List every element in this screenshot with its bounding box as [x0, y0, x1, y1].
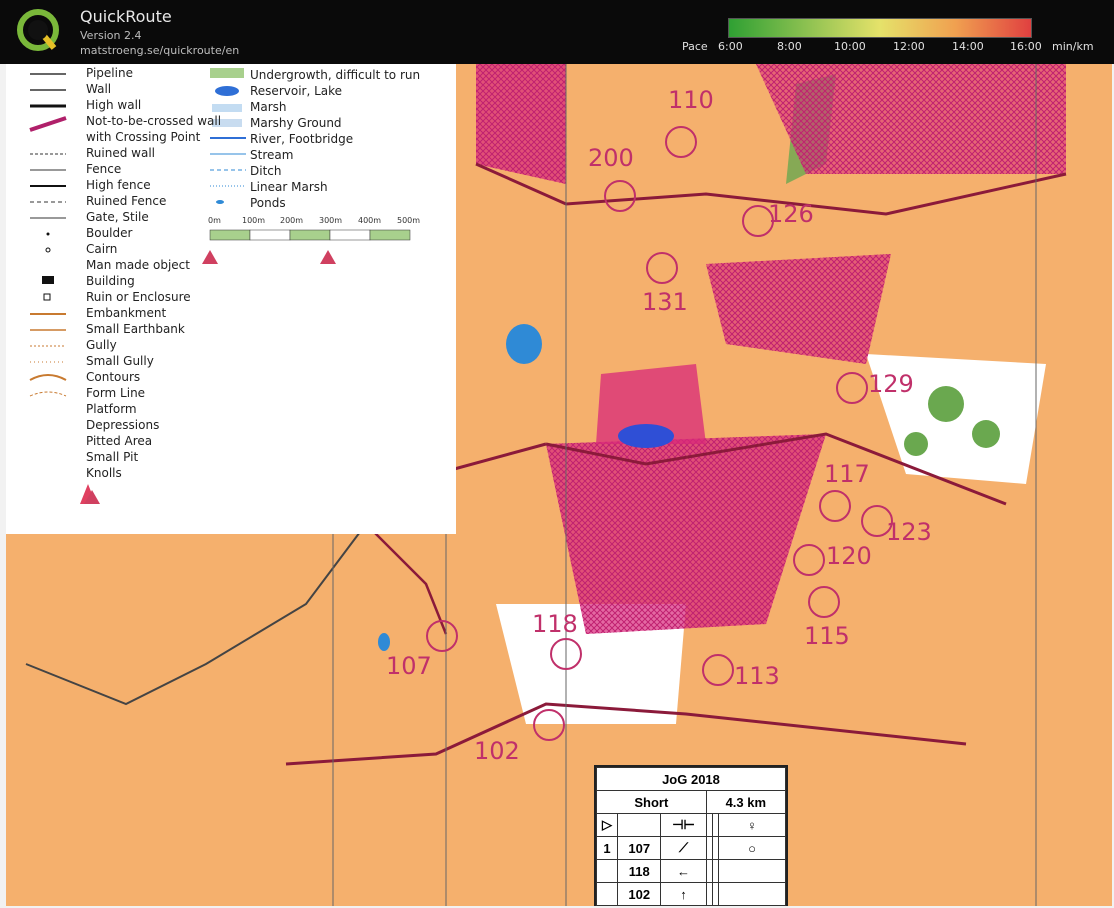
scale-tick: 200m	[280, 216, 304, 225]
control-number: 129	[868, 370, 914, 398]
legend-item: Platform	[86, 402, 137, 416]
control-circle[interactable]	[550, 638, 582, 670]
legend-item: Fence	[86, 162, 122, 176]
legend-item: Form Line	[86, 386, 146, 400]
card-distance: 4.3 km	[705, 790, 787, 814]
legend-item: Cairn	[86, 242, 118, 256]
control-circle[interactable]	[702, 654, 734, 686]
legend-item: Undergrowth, difficult to run	[250, 68, 421, 82]
card-row-code: 107	[617, 836, 662, 860]
legend-item: Knolls	[86, 466, 122, 480]
legend-item: Ditch	[250, 164, 282, 178]
control-circle[interactable]	[836, 372, 868, 404]
legend-item: Pipeline	[86, 66, 133, 80]
legend-item: Marsh	[250, 100, 287, 114]
circle-icon: ○	[718, 836, 786, 860]
legend-item: River, Footbridge	[250, 132, 354, 146]
control-number: 123	[886, 518, 932, 546]
crossing-point-icon: ⊣⊢	[660, 813, 707, 837]
control-circle[interactable]	[793, 544, 825, 576]
legend-item: Building	[86, 274, 135, 288]
control-number: 102	[474, 737, 520, 765]
card-row-symbol: ⟋	[660, 836, 707, 860]
legend-item: Small Gully	[86, 354, 154, 368]
control-number: 120	[826, 542, 872, 570]
control-number: 131	[642, 288, 688, 316]
card-course: Short	[596, 790, 707, 814]
card-row-num	[595, 859, 619, 883]
control-circle[interactable]	[808, 586, 840, 618]
legend-item: Ponds	[250, 196, 286, 210]
pace-tick: 14:00	[952, 40, 984, 53]
card-event: JoG 2018	[596, 767, 786, 791]
orienteering-map[interactable]: Pipeline Wall High wall Not-to-be-crosse…	[6, 64, 1112, 906]
legend-item: with Crossing Point	[86, 130, 201, 144]
control-circle[interactable]	[665, 126, 697, 158]
legend-item: Ruin or Enclosure	[86, 290, 191, 304]
legend-symbols	[29, 68, 411, 504]
map-legend: Pipeline Wall High wall Not-to-be-crosse…	[6, 64, 456, 534]
app-version: Version 2.4	[80, 29, 142, 42]
legend-item: Contours	[86, 370, 141, 384]
card-row-code: 118	[617, 859, 662, 883]
app-header: QuickRoute Version 2.4 matstroeng.se/qui…	[0, 0, 1114, 64]
pace-tick: 12:00	[893, 40, 925, 53]
app-title: QuickRoute	[80, 7, 172, 26]
control-number: 126	[768, 200, 814, 228]
legend-item: Reservoir, Lake	[250, 84, 343, 98]
control-number: 113	[734, 662, 780, 690]
legend-item: Small Earthbank	[86, 322, 185, 336]
pace-label: Pace	[682, 40, 708, 53]
control-number: 200	[588, 144, 634, 172]
scale-tick: 400m	[358, 216, 382, 225]
legend-item: Wall	[86, 82, 112, 96]
legend-item: High fence	[86, 178, 151, 192]
scale-tick: 0m	[208, 216, 221, 225]
scale-tick: 300m	[319, 216, 343, 225]
start-triangle-icon: ▷	[595, 813, 619, 837]
legend-item: Gully	[86, 338, 117, 352]
legend-item: Marshy Ground	[250, 116, 342, 130]
pace-gradient-bar	[728, 18, 1032, 38]
legend-item: Embankment	[86, 306, 167, 320]
control-circle[interactable]	[533, 709, 565, 741]
pace-tick: 16:00	[1010, 40, 1042, 53]
legend-item: Boulder	[86, 226, 133, 240]
control-number: 110	[668, 86, 714, 114]
legend-item: Not-to-be-crossed wall	[86, 114, 222, 128]
control-number: 115	[804, 622, 850, 650]
card-row-code: 102	[617, 882, 662, 906]
control-circle[interactable]	[604, 180, 636, 212]
legend-item: Ruined Fence	[86, 194, 167, 208]
scale-tick: 100m	[242, 216, 266, 225]
card-row-symbol: ↑	[660, 882, 707, 906]
control-circle[interactable]	[819, 490, 851, 522]
scale-tick: 500m	[397, 216, 421, 225]
pace-unit: min/km	[1052, 40, 1094, 53]
pace-tick: 10:00	[834, 40, 866, 53]
control-number: 117	[824, 460, 870, 488]
control-number: 118	[532, 610, 578, 638]
legend-item: Gate, Stile	[86, 210, 149, 224]
control-circle[interactable]	[646, 252, 678, 284]
control-number: 107	[386, 652, 432, 680]
card-row-num	[595, 882, 619, 906]
legend-item: Ruined wall	[86, 146, 155, 160]
legend-item: Pitted Area	[86, 434, 153, 448]
app-url[interactable]: matstroeng.se/quickroute/en	[80, 44, 239, 57]
legend-item: Linear Marsh	[250, 180, 328, 194]
control-flag-icon: ♀	[718, 813, 786, 837]
pace-tick: 6:00	[718, 40, 743, 53]
legend-item: Small Pit	[86, 450, 139, 464]
pace-tick: 8:00	[777, 40, 802, 53]
legend-item: Stream	[250, 148, 294, 162]
legend-item: Depressions	[86, 418, 160, 432]
card-row-symbol: ←	[660, 859, 707, 883]
quickroute-logo-icon	[17, 9, 59, 51]
control-circle[interactable]	[426, 620, 458, 652]
control-description-card: JoG 2018 Short 4.3 km ▷ ⊣⊢ ♀ 1 107 ⟋ ○ 1…	[594, 765, 788, 906]
legend-item: High wall	[86, 98, 142, 112]
legend-item: Man made object	[86, 258, 190, 272]
card-row-num: 1	[595, 836, 619, 860]
